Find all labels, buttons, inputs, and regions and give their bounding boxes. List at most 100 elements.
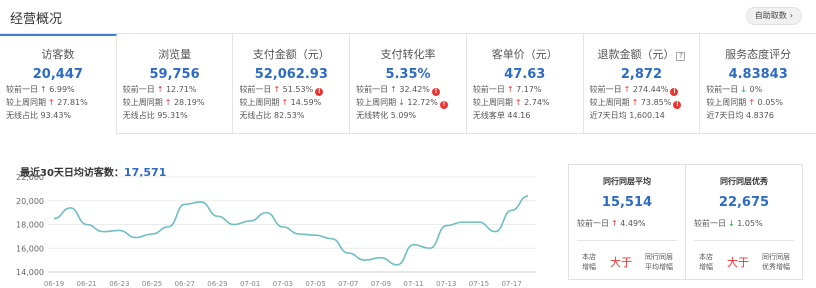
self-service-data-button[interactable]: 自助取数 ›: [745, 7, 802, 25]
header-bar: 经营概况 自助取数 ›: [0, 0, 816, 34]
metric-stat-row: 较上周同期 ↑ 0.05%: [706, 98, 810, 108]
stat-value: 1,600.14: [626, 111, 665, 120]
metric-name: 支付金额（元）: [252, 48, 330, 61]
x-tick-label: 06-23: [109, 280, 129, 288]
peer-compare-row: 较前一日 ↓ 1.05%: [686, 218, 802, 229]
y-tick-label: 22,000: [16, 173, 44, 182]
stat-label: 较前一日: [356, 85, 389, 94]
metric-stat-row: 较上周同期 ↑ 27.81%: [6, 98, 110, 108]
arrow-up-icon: ↑: [611, 219, 618, 228]
metric-stat-row: 较前一日 ↑ 32.42%!: [356, 85, 460, 96]
peer-value: 15,514: [601, 195, 653, 210]
stat-label: 较前一日: [706, 85, 739, 94]
x-tick-label: 06-25: [142, 280, 162, 288]
metric-stat-row: 较前一日 ↑ 7.17%: [473, 85, 577, 95]
page-title: 经营概况: [10, 12, 63, 27]
comparison-word: 大于: [610, 256, 632, 269]
arrow-up-icon: ↑: [506, 85, 514, 94]
metric-stat-row: 较前一日 ↑ 51.53%!: [239, 85, 343, 96]
metric-stat-row: 较上周同期 ↑ 73.85%!: [589, 98, 694, 109]
metric-card[interactable]: 支付转化率 5.35% 较前一日 ↑ 32.42%! 较上周同期 ↓ 12.72%! 无线转…: [350, 34, 467, 134]
metric-card[interactable]: 退款金额（元）? 2,872 较前一日 ↑ 274.44%! 较上周同期 ↑ 73.85%…: [583, 34, 701, 134]
x-tick-label: 07-15: [469, 280, 489, 288]
metric-stat-row: 近7天日均 1,600.14: [590, 111, 694, 121]
metric-name: 服务态度评分: [725, 48, 792, 61]
arrow-up-icon: ↑: [48, 98, 55, 107]
metric-stat-row: 无线占比 82.53%: [239, 111, 343, 121]
metric-card[interactable]: 客单价（元） 47.63 较前一日 ↑ 7.17% 较上周同期 ↑ 2.74% 无线客单 4…: [466, 34, 584, 134]
metric-stat-row: 无线占比 93.43%: [6, 111, 110, 121]
stat-value: 27.81%: [54, 98, 88, 107]
metric-value: 4.83843: [728, 67, 788, 82]
arrow-up-icon: ↑: [390, 85, 397, 94]
stat-label: 较上周同期: [122, 98, 163, 107]
stat-label: 较上周同期: [239, 98, 280, 107]
peer-compare-label: 较前一日: [694, 219, 726, 228]
stat-label: 较上周同期: [706, 98, 747, 107]
label-line: 同行同层: [762, 253, 790, 261]
metric-card[interactable]: 服务态度评分 4.83843 较前一日 ↓ 0% 较上周同期 ↑ 0.05% 近7天日均 4…: [700, 34, 816, 134]
metric-value: 52,062.93: [254, 67, 328, 82]
store-growth-label: 本店 增幅: [692, 252, 720, 272]
x-tick-label: 06-27: [175, 280, 195, 288]
divider: [694, 240, 794, 241]
peer-compare-value: 1.05%: [734, 219, 763, 228]
label-line: 平均增幅: [645, 263, 673, 271]
alert-icon[interactable]: !: [439, 101, 448, 109]
alert-icon[interactable]: !: [431, 88, 440, 96]
y-tick-label: 18,000: [16, 221, 44, 230]
peer-excellent-card: 同行同层优秀 22,675 较前一日 ↓ 1.05% 本店 增幅 大于 同行同层 优秀增幅: [685, 164, 803, 280]
metric-stat-row: 较前一日 ↑ 12.71%: [123, 85, 227, 95]
stat-value: 82.53%: [271, 111, 305, 120]
metric-stat-row: 无线客单 44.16: [473, 111, 577, 121]
stat-label: 较前一日: [589, 85, 622, 94]
x-tick-label: 06-21: [77, 280, 97, 288]
metric-name: 退款金额（元）?: [590, 46, 694, 62]
x-tick-label: 07-17: [501, 280, 521, 288]
alert-icon[interactable]: !: [673, 101, 682, 109]
help-icon[interactable]: ?: [676, 52, 686, 61]
y-tick-label: 20,000: [16, 197, 44, 206]
alert-icon[interactable]: !: [670, 88, 679, 96]
stat-value: 32.42%: [396, 85, 430, 94]
stat-value: 73.85%: [638, 98, 672, 107]
stat-label: 较上周同期: [589, 98, 630, 107]
stat-label: 较上周同期: [6, 98, 46, 107]
peer-compare-row: 较前一日 ↑ 4.49%: [569, 218, 685, 229]
metric-name: 访客数: [41, 48, 75, 61]
peer-value: 22,675: [718, 195, 770, 210]
stat-label: 无线转化: [356, 111, 389, 120]
stat-value: 6.99%: [46, 85, 75, 94]
stat-value: 5.09%: [388, 111, 417, 120]
stat-label: 无线占比: [122, 111, 155, 120]
peer-compare-label: 较前一日: [577, 219, 609, 228]
metric-stat-row: 较前一日 ↑ 6.99%: [6, 85, 110, 95]
stat-label: 无线占比: [6, 111, 38, 120]
peer-footer: 本店 增幅 大于 同行同层 平均增幅: [575, 248, 679, 276]
arrow-up-icon: ↑: [748, 98, 756, 107]
metric-stat-row: 较上周同期 ↑ 2.74%: [473, 98, 577, 108]
metric-card[interactable]: 支付金额（元） 52,062.93 较前一日 ↑ 51.53%! 较上周同期 ↑ 14.5…: [233, 34, 351, 134]
stat-value: 14.59%: [288, 98, 322, 107]
metric-stat-row: 无线转化 5.09%: [356, 111, 460, 121]
visitor-line-chart: 22,000 20,000 18,000 16,000 14,00006-19 06-21…: [16, 173, 536, 288]
x-tick-label: 07-11: [403, 280, 423, 288]
arrow-down-icon: ↓: [398, 98, 405, 107]
stat-value: 93.43%: [38, 111, 72, 120]
metric-card[interactable]: 访客数 20,447 较前一日 ↑ 6.99% 较上周同期 ↑ 27.81% 无线占比 93…: [0, 34, 117, 134]
stat-value: 7.17%: [513, 85, 542, 94]
peer-title: 同行同层平均: [603, 177, 651, 186]
stat-label: 近7天日均: [706, 111, 744, 120]
alert-icon[interactable]: !: [315, 88, 324, 96]
metric-stat-row: 较前一日 ↓ 0%: [706, 85, 810, 95]
metric-card[interactable]: 浏览量 59,756 较前一日 ↑ 12.71% 较上周同期 ↑ 28.19% 无线占比 9…: [116, 34, 234, 134]
store-growth-label: 本店 增幅: [575, 252, 603, 272]
stat-value: 12.72%: [404, 98, 438, 107]
metric-name: 支付转化率: [380, 48, 436, 61]
metric-value: 59,756: [149, 67, 200, 82]
label-line: 本店: [582, 253, 596, 261]
metric-name: 浏览量: [158, 48, 192, 61]
stat-value: 4.8376: [743, 111, 774, 120]
peer-title: 同行同层优秀: [720, 177, 768, 186]
metric-value: 47.63: [504, 67, 546, 82]
